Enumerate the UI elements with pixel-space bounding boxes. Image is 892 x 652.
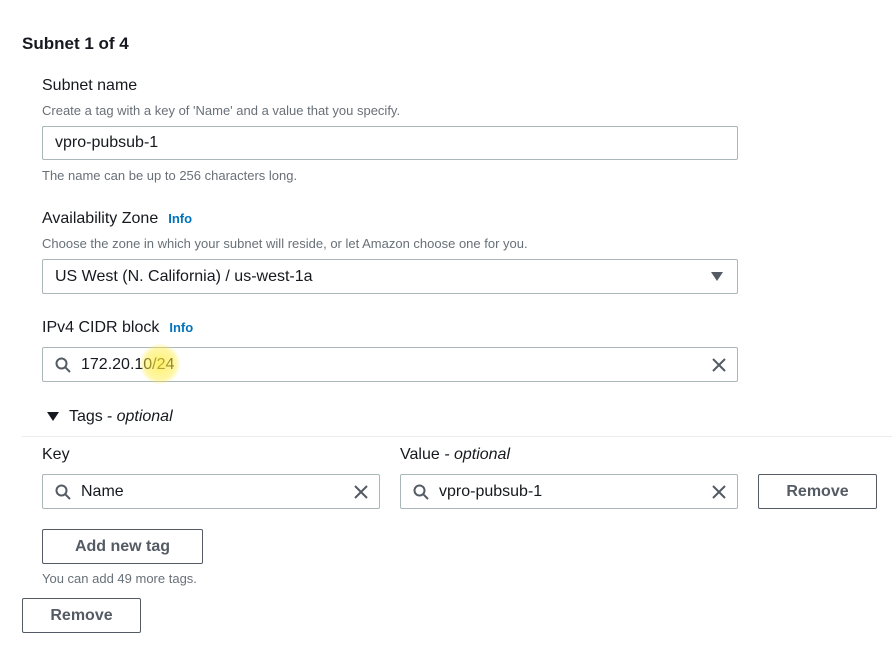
tag-value-field[interactable] [400, 474, 738, 509]
tags-toggle-optional: - optional [106, 408, 173, 425]
clear-icon[interactable] [353, 484, 369, 500]
ipv4-cidr-info-link[interactable]: Info [169, 320, 193, 335]
tag-value-header-label: Value [400, 446, 440, 463]
tags-toggle-label: Tags [69, 408, 103, 425]
clear-icon[interactable] [711, 357, 727, 373]
remove-subnet-button[interactable]: Remove [22, 598, 141, 633]
add-new-tag-button[interactable]: Add new tag [42, 529, 203, 564]
remove-tag-button[interactable]: Remove [758, 474, 877, 509]
tags-divider [22, 436, 892, 437]
ipv4-cidr-field[interactable] [42, 347, 738, 382]
subnet-name-label: Subnet name [42, 77, 138, 94]
tag-key-field[interactable] [42, 474, 380, 509]
availability-zone-info-link[interactable]: Info [168, 211, 192, 226]
search-icon [55, 484, 71, 500]
tags-toggle[interactable]: Tags - optional [47, 408, 173, 426]
availability-zone-label: Availability Zone [42, 210, 159, 227]
ipv4-cidr-input[interactable] [81, 348, 703, 381]
caret-down-icon [711, 271, 723, 281]
tag-value-input[interactable] [439, 475, 703, 508]
tag-key-header: Key [42, 446, 70, 463]
subnet-name-hint: The name can be up to 256 characters lon… [42, 168, 298, 183]
search-icon [413, 484, 429, 500]
tag-key-input[interactable] [81, 475, 345, 508]
ipv4-cidr-label-row: IPv4 CIDR block Info [42, 319, 193, 337]
tag-value-header: Value - optional [400, 446, 510, 464]
availability-zone-selected-value: US West (N. California) / us-west-1a [55, 267, 313, 285]
subnet-name-input[interactable] [55, 127, 737, 159]
subnet-title: Subnet 1 of 4 [22, 34, 129, 53]
search-icon [55, 357, 71, 373]
subnet-name-description: Create a tag with a key of 'Name' and a … [42, 103, 401, 118]
subnet-name-field[interactable] [42, 126, 738, 160]
availability-zone-description: Choose the zone in which your subnet wil… [42, 236, 528, 251]
caret-down-icon [47, 412, 59, 421]
tags-limit-text: You can add 49 more tags. [42, 571, 197, 586]
availability-zone-label-row: Availability Zone Info [42, 210, 192, 228]
clear-icon[interactable] [711, 484, 727, 500]
ipv4-cidr-label: IPv4 CIDR block [42, 319, 160, 336]
tag-value-header-optional: - optional [444, 446, 511, 463]
availability-zone-select[interactable]: US West (N. California) / us-west-1a [42, 259, 738, 294]
